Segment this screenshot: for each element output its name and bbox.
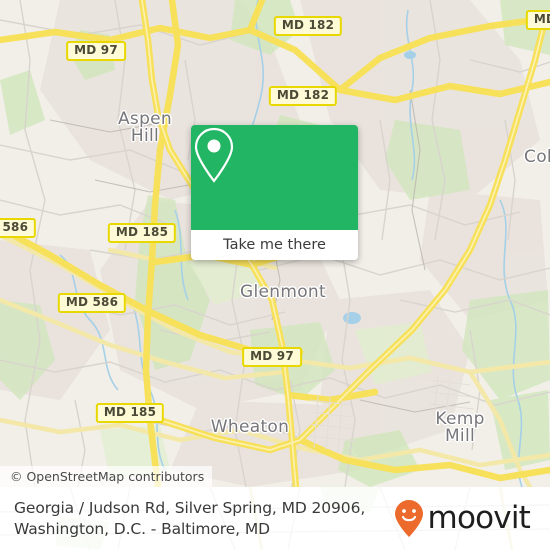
- road-shield-md-586: MD 586: [57, 293, 127, 313]
- road-shield-md-97-south: MD 97: [242, 347, 302, 367]
- popup-header: [191, 125, 358, 230]
- take-me-there-popup[interactable]: Take me there: [191, 125, 358, 260]
- road-shield-md-edge: MD: [525, 10, 550, 30]
- bottom-info-bar: Georgia / Judson Rd, Silver Spring, MD 2…: [0, 487, 550, 550]
- address-text: Georgia / Judson Rd, Silver Spring, MD 2…: [14, 498, 394, 540]
- moovit-logo[interactable]: moovit: [394, 499, 536, 539]
- moovit-pin-icon: [394, 499, 423, 537]
- road-shield-md-185-upper: MD 185: [107, 223, 177, 243]
- city-dot-glenmont: [255, 289, 260, 294]
- address-line-2: Washington, D.C. - Baltimore, MD: [14, 519, 270, 538]
- map-pin-icon: [194, 127, 234, 183]
- city-dot-wheaton: [283, 424, 288, 429]
- take-me-there-button[interactable]: Take me there: [191, 230, 358, 260]
- road-shield-md-97-north: MD 97: [66, 41, 126, 61]
- osm-attribution[interactable]: © OpenStreetMap contributors: [0, 466, 213, 487]
- map-screenshot: Aspen Hill Glenmont Wheaton Kemp Mill Co…: [0, 0, 550, 550]
- road-shield-md-182-north: MD 182: [273, 16, 343, 36]
- map-canvas[interactable]: Aspen Hill Glenmont Wheaton Kemp Mill Co…: [0, 0, 550, 487]
- road-shield-md-182-south: MD 182: [268, 86, 338, 106]
- road-shield-md-586-edge: MD 586: [0, 218, 37, 238]
- road-shield-md-185-lower: MD 185: [95, 403, 165, 423]
- address-line-1: Georgia / Judson Rd, Silver Spring, MD 2…: [14, 498, 366, 517]
- moovit-wordmark: moovit: [427, 500, 531, 536]
